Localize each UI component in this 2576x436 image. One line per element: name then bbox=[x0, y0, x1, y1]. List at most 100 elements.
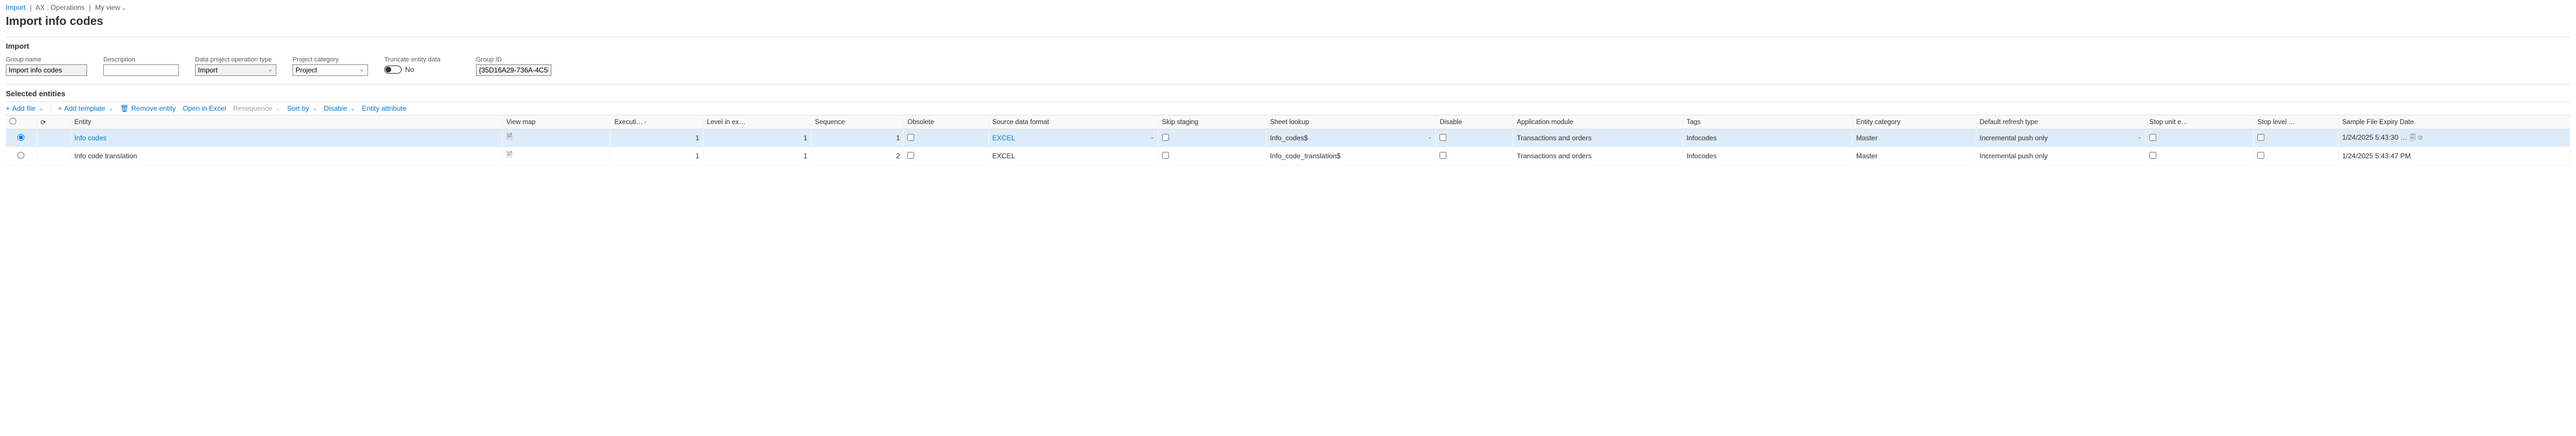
stop-unit-checkbox[interactable] bbox=[2149, 134, 2156, 141]
cell-sheet-lookup[interactable]: Info_codes$⌄ bbox=[1266, 129, 1435, 147]
cell-stop-level[interactable] bbox=[2253, 147, 2338, 165]
cell-disable[interactable] bbox=[1436, 147, 1513, 165]
resequence-button: Resequence⌄ bbox=[233, 104, 280, 112]
col-entity-category[interactable]: Entity category bbox=[1852, 115, 1976, 129]
col-tags[interactable]: Tags bbox=[1683, 115, 1852, 129]
cell-sequence: 1 bbox=[811, 129, 903, 147]
obsolete-checkbox[interactable] bbox=[907, 134, 914, 141]
stop-unit-checkbox[interactable] bbox=[2149, 152, 2156, 159]
col-select[interactable] bbox=[6, 115, 37, 129]
truncate-label: Truncate entity data bbox=[384, 56, 460, 63]
stop-level-checkbox[interactable] bbox=[2257, 134, 2264, 141]
plus-icon: + bbox=[58, 105, 62, 112]
breadcrumb-root[interactable]: Import bbox=[6, 3, 26, 12]
sheet-lookup-value: Info_code_translation$ bbox=[1270, 152, 1340, 160]
section-entities-header: Selected entities bbox=[6, 84, 2570, 101]
col-entity[interactable]: Entity bbox=[71, 115, 503, 129]
operation-type-select[interactable] bbox=[195, 64, 276, 76]
operation-type-label: Data project operation type bbox=[195, 56, 276, 63]
cell-select[interactable] bbox=[6, 147, 37, 165]
cell-stop-unit[interactable] bbox=[2145, 129, 2253, 147]
source-format-value[interactable]: EXCEL bbox=[993, 134, 1015, 142]
row-select-radio[interactable] bbox=[17, 134, 24, 141]
col-sample-file-expiry[interactable]: Sample File Expiry Date bbox=[2339, 115, 2570, 129]
cell-source-format[interactable]: EXCEL ⌄ bbox=[988, 129, 1158, 147]
cell-select[interactable] bbox=[6, 129, 37, 147]
cell-refresh bbox=[37, 129, 70, 147]
entities-toolbar: +Add file⌄ +Add template⌄ 🗑Remove entity… bbox=[6, 101, 2570, 115]
col-app-module[interactable]: Application module bbox=[1513, 115, 1683, 129]
col-stop-level[interactable]: Stop level … bbox=[2253, 115, 2338, 129]
page-title: Import info codes bbox=[6, 15, 2570, 35]
entity-link[interactable]: Info codes bbox=[74, 134, 106, 142]
col-level-in-exec[interactable]: Level in ex… bbox=[703, 115, 811, 129]
cell-source-format[interactable]: EXCEL bbox=[988, 147, 1158, 165]
add-file-button[interactable]: +Add file⌄ bbox=[6, 104, 44, 112]
open-in-excel-button[interactable]: Open in Excel bbox=[183, 104, 226, 112]
breadcrumb: Import | AX : Operations | My view⌄ bbox=[6, 2, 2570, 15]
col-skip-staging[interactable]: Skip staging bbox=[1158, 115, 1266, 129]
col-stop-unit[interactable]: Stop unit e… bbox=[2145, 115, 2253, 129]
sheet-lookup-value[interactable]: Info_codes$ bbox=[1270, 134, 1308, 142]
cell-default-refresh[interactable]: Incremental push only⌄ bbox=[1976, 129, 2145, 147]
cell-obsolete[interactable] bbox=[904, 129, 988, 147]
breadcrumb-view[interactable]: My view⌄ bbox=[95, 3, 127, 12]
plus-icon: + bbox=[6, 105, 10, 112]
cell-disable[interactable] bbox=[1436, 129, 1513, 147]
cell-view-map[interactable]: 🗎 bbox=[503, 129, 611, 147]
cell-skip-staging[interactable] bbox=[1158, 129, 1266, 147]
col-sheet-lookup[interactable]: Sheet lookup bbox=[1266, 115, 1435, 129]
cell-stop-unit[interactable] bbox=[2145, 147, 2253, 165]
col-execution[interactable]: Executi…↑ bbox=[611, 115, 703, 129]
entity-attribute-button[interactable]: Entity attribute bbox=[362, 104, 407, 112]
disable-checkbox[interactable] bbox=[1439, 134, 1446, 141]
col-source-format[interactable]: Source data format bbox=[988, 115, 1158, 129]
cell-stop-level[interactable] bbox=[2253, 129, 2338, 147]
section-import-header: Import bbox=[6, 37, 2570, 54]
skip-staging-checkbox[interactable] bbox=[1162, 152, 1169, 159]
cell-default-refresh[interactable]: Incremental push only bbox=[1976, 147, 2145, 165]
skip-staging-checkbox[interactable] bbox=[1162, 134, 1169, 141]
truncate-toggle[interactable]: No bbox=[384, 66, 460, 74]
chevron-down-icon: ⌄ bbox=[39, 106, 44, 112]
chevron-down-icon: ⌄ bbox=[312, 106, 317, 112]
chevron-down-icon: ⌄ bbox=[1150, 134, 1154, 140]
col-disable[interactable]: Disable bbox=[1436, 115, 1513, 129]
obsolete-checkbox[interactable] bbox=[907, 152, 914, 159]
project-category-select[interactable] bbox=[293, 64, 368, 76]
row-select-radio[interactable] bbox=[17, 152, 24, 159]
chevron-down-icon: ⌄ bbox=[276, 106, 280, 112]
col-refresh[interactable]: ⟳ bbox=[37, 115, 70, 129]
cell-level: 1 bbox=[703, 129, 811, 147]
description-input[interactable] bbox=[103, 64, 179, 76]
cell-sheet-lookup[interactable]: Info_code_translation$ bbox=[1266, 147, 1435, 165]
cell-expiry: 1/24/2025 5:43:47 PM bbox=[2339, 147, 2570, 165]
col-default-refresh[interactable]: Default refresh type bbox=[1976, 115, 2145, 129]
cell-entity-category: Master bbox=[1852, 129, 1976, 147]
cell-entity[interactable]: Info code translation bbox=[71, 147, 503, 165]
cell-expiry: 1/24/2025 5:43:30 …🗐 ⊘ bbox=[2339, 129, 2570, 147]
disable-button[interactable]: Disable⌄ bbox=[324, 104, 355, 112]
view-map-icon[interactable]: 🗎 bbox=[506, 150, 512, 159]
col-sequence[interactable]: Sequence bbox=[811, 115, 903, 129]
default-refresh-value[interactable]: Incremental push only bbox=[1980, 134, 2048, 142]
cell-view-map[interactable]: 🗎 bbox=[503, 147, 611, 165]
group-name-input[interactable] bbox=[6, 64, 87, 76]
col-view-map[interactable]: View map bbox=[503, 115, 611, 129]
view-map-icon[interactable]: 🗎 bbox=[506, 132, 512, 141]
remove-entity-button[interactable]: 🗑Remove entity bbox=[120, 104, 176, 112]
cell-obsolete[interactable] bbox=[904, 147, 988, 165]
table-row[interactable]: Info code translation🗎112EXCELInfo_code_… bbox=[6, 147, 2570, 165]
cell-app-module: Transactions and orders bbox=[1513, 147, 1683, 165]
disable-checkbox[interactable] bbox=[1439, 152, 1446, 159]
cell-skip-staging[interactable] bbox=[1158, 147, 1266, 165]
sort-by-button[interactable]: Sort by⌄ bbox=[287, 104, 317, 112]
grid-header-row: ⟳ Entity View map Executi…↑ Level in ex…… bbox=[6, 115, 2570, 129]
cell-sequence: 2 bbox=[811, 147, 903, 165]
table-row[interactable]: Info codes🗎111EXCEL⌄Info_codes$⌄Transact… bbox=[6, 129, 2570, 147]
stop-level-checkbox[interactable] bbox=[2257, 152, 2264, 159]
add-template-button[interactable]: +Add template⌄ bbox=[58, 104, 113, 112]
group-id-input[interactable] bbox=[476, 64, 551, 76]
cell-entity[interactable]: Info codes bbox=[71, 129, 503, 147]
col-obsolete[interactable]: Obsolete bbox=[904, 115, 988, 129]
